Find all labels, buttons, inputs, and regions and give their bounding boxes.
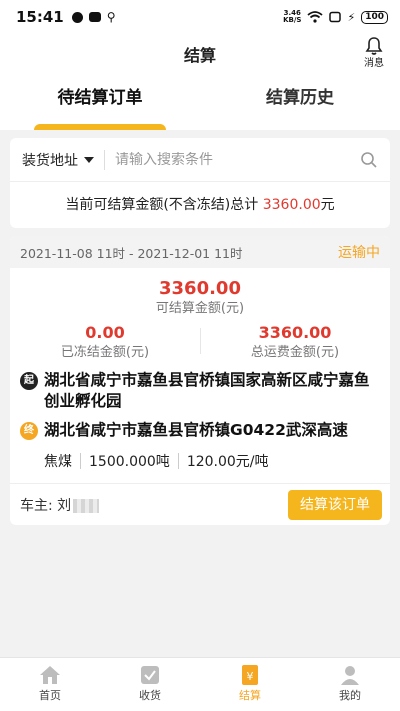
settle-amount: 3360.00 xyxy=(159,278,241,299)
filter-label: 装货地址 xyxy=(22,152,78,169)
frozen-amount: 0.00 xyxy=(85,323,125,342)
order-time-range: 2021-11-08 11时 - 2021-12-01 11时 xyxy=(20,245,243,261)
total-freight-label: 总运费金额(元) xyxy=(250,345,340,360)
summary-prefix: 当前可结算金额(不含冻结)总计 xyxy=(65,197,259,213)
nav-settle[interactable]: ¥ 结算 xyxy=(200,658,300,711)
driver-label: 车主: 刘 xyxy=(20,497,72,514)
search-input[interactable] xyxy=(115,151,360,168)
end-address-row: 终 湖北省咸宁市嘉鱼县官桥镇G0422武深高速 xyxy=(10,412,390,441)
nav-receive[interactable]: 收货 xyxy=(100,658,200,711)
amount-breakdown: 0.00 已冻结金额(元) 3360.00 总运费金额(元) xyxy=(10,322,390,362)
divider xyxy=(80,453,81,469)
order-card-header: 2021-11-08 11时 - 2021-12-01 11时 运输中 xyxy=(10,236,390,268)
status-bar: 15:41 ⚲ 3.46 KB/S ⚡ 100 xyxy=(0,0,400,34)
app-bar: 结算 消息 xyxy=(0,34,400,78)
start-address: 湖北省咸宁市嘉鱼县官桥镇国家高新区咸宁嘉鱼创业孵化园 xyxy=(44,371,370,410)
bell-icon xyxy=(365,37,383,55)
usb-icon: ⚲ xyxy=(106,10,116,24)
end-address: 湖北省咸宁市嘉鱼县官桥镇G0422武深高速 xyxy=(44,421,348,439)
nav-receive-label: 收货 xyxy=(139,689,161,702)
frozen-amount-label: 已冻结金额(元) xyxy=(60,345,150,360)
settle-amount-block: 3360.00 可结算金额(元) xyxy=(10,268,390,318)
redacted-name xyxy=(73,498,100,513)
divider xyxy=(200,328,201,354)
start-point-icon: 起 xyxy=(20,372,38,390)
divider xyxy=(104,149,105,170)
page-title: 结算 xyxy=(183,46,216,65)
nav-profile-label: 我的 xyxy=(339,689,361,702)
summary-amount: 3360.00 xyxy=(262,197,321,213)
screen-rect-icon xyxy=(329,11,342,23)
total-freight-amount: 3360.00 xyxy=(258,323,332,342)
receive-icon xyxy=(141,666,159,684)
tab-settlement-history[interactable]: 结算历史 xyxy=(200,78,400,130)
wifi-icon xyxy=(307,11,324,23)
nav-home-label: 首页 xyxy=(39,689,61,702)
bottom-nav: 首页 收货 ¥ 结算 我的 xyxy=(0,657,400,711)
total-freight-block: 3360.00 总运费金额(元) xyxy=(200,322,390,362)
frozen-block: 0.00 已冻结金额(元) xyxy=(10,322,200,362)
message-label: 消息 xyxy=(364,58,384,69)
settle-amount-label: 可结算金额(元) xyxy=(155,301,245,316)
settle-icon: ¥ xyxy=(242,665,258,685)
tab-pending-orders[interactable]: 待结算订单 xyxy=(0,78,200,130)
order-card-footer: 车主: 刘 结算该订单 xyxy=(10,483,390,525)
goods-weight: 1500.000吨 xyxy=(89,454,170,470)
goods-info: 焦煤 1500.000吨 120.00元/吨 xyxy=(10,441,390,483)
chat-bubble-icon xyxy=(71,11,83,23)
settlement-summary: 当前可结算金额(不含冻结)总计 3360.00元 xyxy=(10,182,390,228)
nav-settle-label: 结算 xyxy=(239,689,261,702)
home-icon xyxy=(40,666,60,684)
driver-info: 车主: 刘 xyxy=(20,495,100,515)
message-button[interactable]: 消息 xyxy=(360,36,388,70)
profile-icon xyxy=(341,666,359,685)
network-speed: 3.46 KB/S xyxy=(283,9,302,24)
chevron-down-icon xyxy=(84,156,94,163)
android-icon xyxy=(88,12,101,22)
battery-indicator: 100 xyxy=(361,10,388,24)
end-point-icon: 终 xyxy=(20,422,38,440)
order-status-badge: 运输中 xyxy=(338,245,380,261)
tab-bar: 待结算订单 结算历史 xyxy=(0,78,400,130)
summary-suffix: 元 xyxy=(320,197,335,213)
order-card: 2021-11-08 11时 - 2021-12-01 11时 运输中 3360… xyxy=(10,236,390,525)
start-address-row: 起 湖北省咸宁市嘉鱼县官桥镇国家高新区咸宁嘉鱼创业孵化园 xyxy=(10,362,390,412)
nav-home[interactable]: 首页 xyxy=(0,658,100,711)
goods-unit-price: 120.00元/吨 xyxy=(186,454,269,470)
charging-icon: ⚡ xyxy=(347,10,356,24)
filter-dropdown[interactable]: 装货地址 xyxy=(22,150,94,170)
settle-order-button[interactable]: 结算该订单 xyxy=(288,489,382,520)
status-time: 15:41 xyxy=(16,8,64,26)
search-bar: 装货地址 xyxy=(10,138,390,182)
goods-name: 焦煤 xyxy=(44,454,72,470)
search-icon[interactable] xyxy=(360,151,378,169)
divider xyxy=(177,453,179,469)
nav-profile[interactable]: 我的 xyxy=(300,658,400,711)
svg-text:¥: ¥ xyxy=(247,670,254,683)
